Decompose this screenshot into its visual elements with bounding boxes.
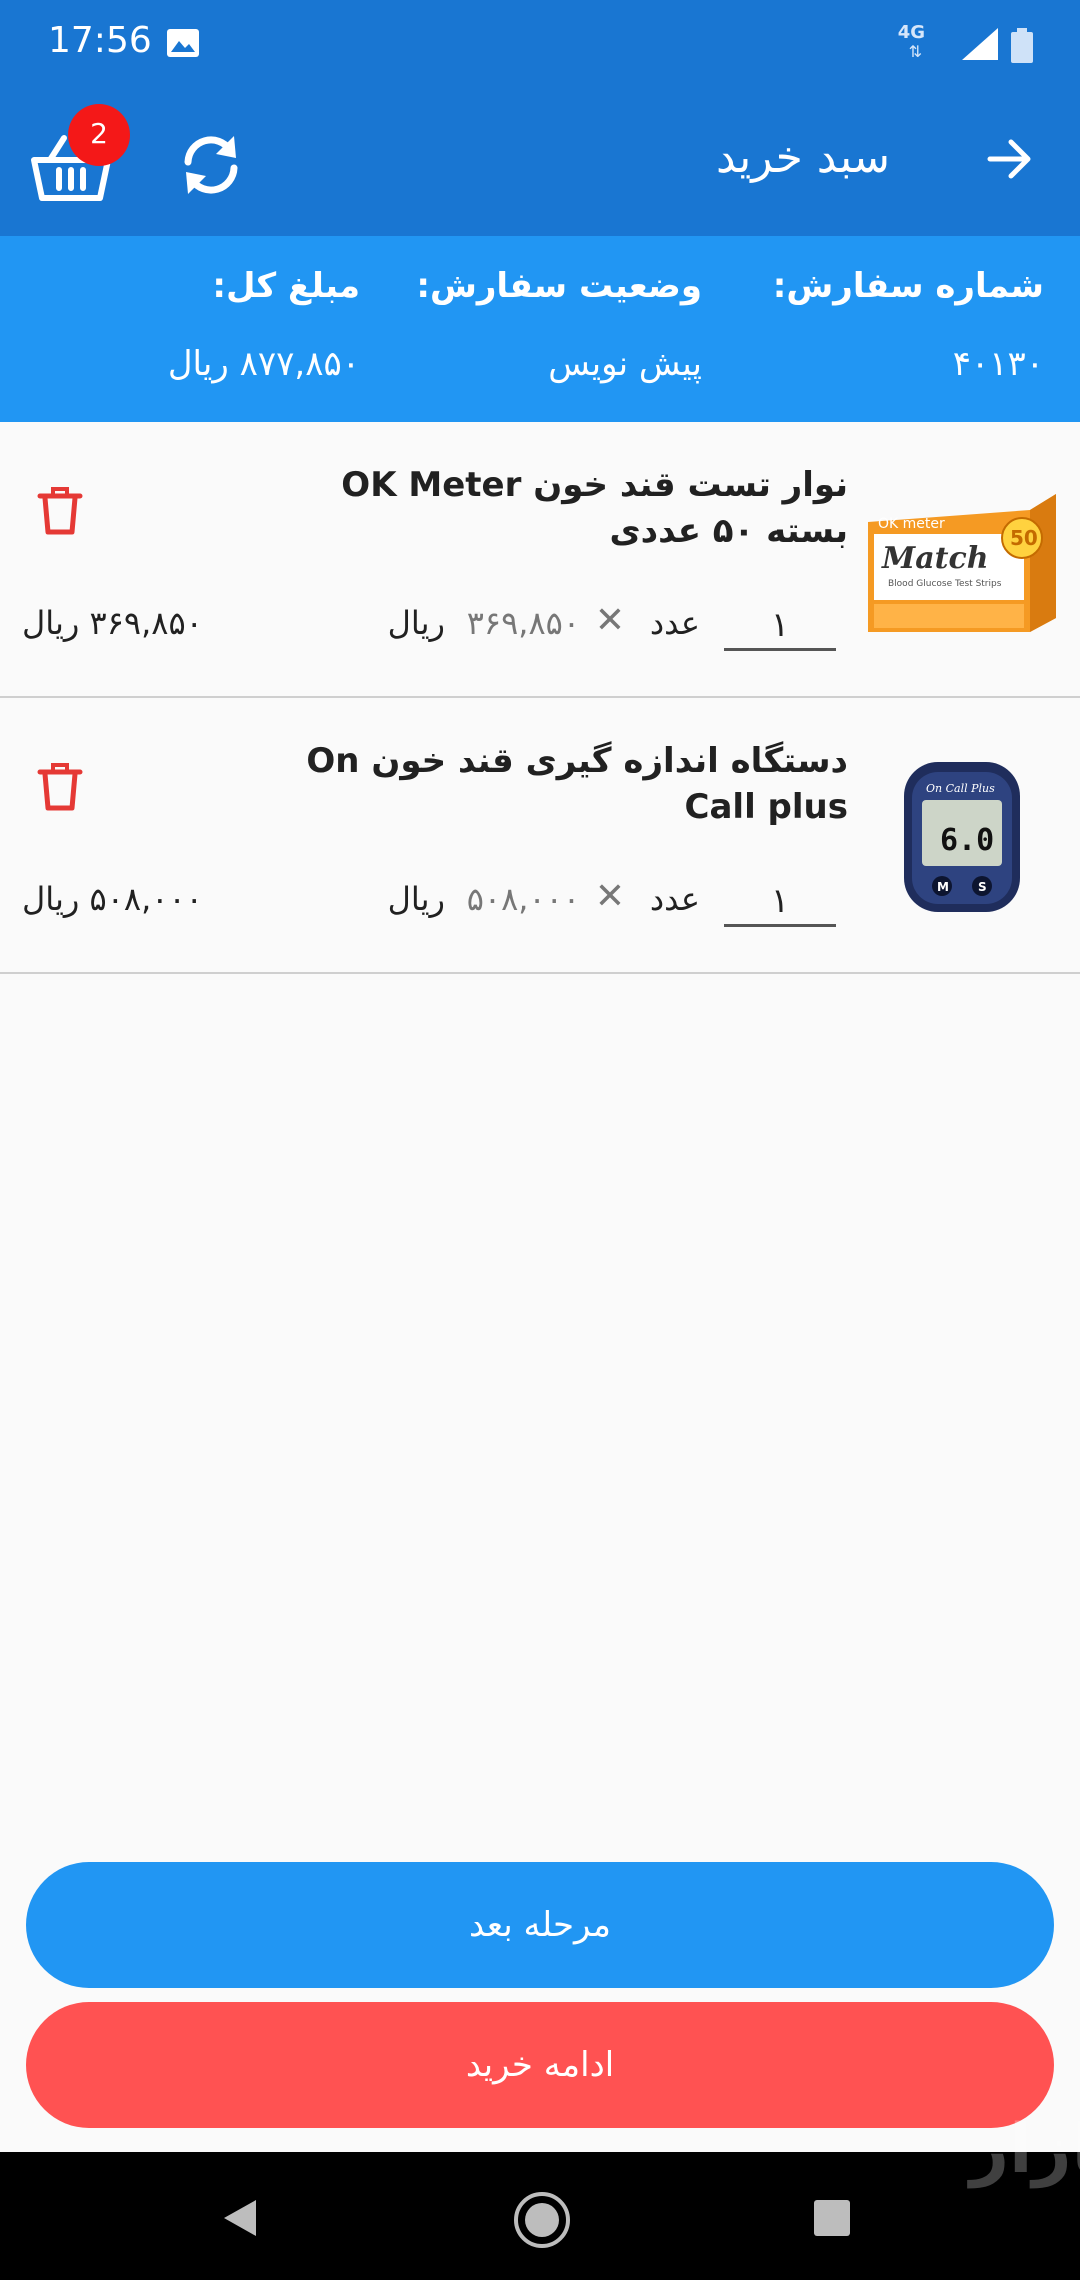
product-image: On Call Plus 6.0 M S bbox=[904, 762, 1020, 912]
unit-price: ۳۶۹,۸۵۰ bbox=[466, 604, 580, 642]
image-icon bbox=[167, 29, 199, 57]
status-time: 17:56 bbox=[48, 20, 152, 61]
nav-back-icon[interactable] bbox=[220, 2196, 260, 2240]
page-title: سبد خرید bbox=[715, 132, 890, 183]
unit-label: عدد bbox=[649, 604, 700, 642]
trash-icon[interactable] bbox=[36, 484, 84, 536]
thumb-sub-text: Blood Glucose Test Strips bbox=[888, 579, 1002, 589]
thumb-logo-text: OK meter bbox=[878, 516, 945, 532]
cart-count-badge: 2 bbox=[68, 104, 130, 166]
network-arrows-icon: ⇅ bbox=[908, 42, 922, 61]
multiply-icon: ✕ bbox=[594, 600, 625, 641]
cart-item: On Call Plus 6.0 M S دستگاه اندازه گیری … bbox=[0, 698, 1080, 974]
product-title: دستگاه اندازه گیری قند خون On Call plus bbox=[306, 741, 848, 827]
battery-icon bbox=[1011, 28, 1033, 63]
order-status-label: وضعیت سفارش: bbox=[416, 266, 702, 306]
order-status: وضعیت سفارش: پیش نویس bbox=[416, 266, 702, 384]
next-step-button[interactable]: مرحله بعد bbox=[26, 1862, 1054, 1988]
nav-home-icon[interactable] bbox=[514, 2192, 570, 2248]
product-image: OK meter Match Blood Glucose Test Strips… bbox=[868, 494, 1056, 632]
order-number-label: شماره سفارش: bbox=[772, 266, 1044, 306]
app-bar: سبد خرید 2 bbox=[0, 90, 1080, 236]
signal-icon bbox=[962, 28, 998, 60]
refresh-icon[interactable] bbox=[176, 130, 246, 200]
line-total: ۳۶۹,۸۵۰ ریال bbox=[22, 604, 203, 642]
watermark-logo: بازار bbox=[970, 2110, 1080, 2189]
line-total: ۵۰۸,۰۰۰ ریال bbox=[22, 880, 203, 918]
system-nav-bar bbox=[0, 2152, 1080, 2280]
thumb-brand-text: Match bbox=[881, 541, 989, 576]
cart-item: OK meter Match Blood Glucose Test Strips… bbox=[0, 422, 1080, 698]
quantity-field[interactable]: ۱ bbox=[724, 878, 836, 927]
back-arrow-icon[interactable] bbox=[984, 134, 1034, 184]
multiply-icon: ✕ bbox=[594, 876, 625, 917]
status-bar: 17:56 4G ⇅ bbox=[0, 0, 1080, 90]
trash-icon[interactable] bbox=[36, 760, 84, 812]
thumb-button-m: M bbox=[937, 880, 949, 894]
unit-label: عدد bbox=[649, 880, 700, 918]
nav-recents-icon[interactable] bbox=[814, 2200, 850, 2236]
thumb-button-s: S bbox=[978, 880, 987, 894]
order-total-value: ۸۷۷,۸۵۰ ریال bbox=[167, 344, 360, 384]
unit-price: ۵۰۸,۰۰۰ bbox=[466, 880, 580, 918]
order-total: مبلغ کل: ۸۷۷,۸۵۰ ریال bbox=[168, 266, 360, 384]
order-total-label: مبلغ کل: bbox=[212, 266, 360, 306]
product-title: نوار تست قند خون OK Meter بسته ۵۰ عددی bbox=[341, 465, 848, 551]
thumb-reading-text: 6.0 bbox=[940, 823, 994, 858]
thumb-count-text: 50 bbox=[1010, 526, 1038, 550]
unit-price-currency: ریال bbox=[387, 880, 445, 918]
quantity-field[interactable]: ۱ bbox=[724, 602, 836, 651]
unit-price-currency: ریال bbox=[387, 604, 445, 642]
network-type: 4G bbox=[897, 22, 925, 43]
order-summary-panel: شماره سفارش: ۴۰۱۳۰ وضعیت سفارش: پیش نویس… bbox=[0, 236, 1080, 422]
order-number: شماره سفارش: ۴۰۱۳۰ bbox=[773, 266, 1044, 384]
thumb-brand-text: On Call Plus bbox=[926, 782, 995, 795]
order-status-value: پیش نویس bbox=[548, 344, 702, 384]
order-number-value: ۴۰۱۳۰ bbox=[952, 344, 1044, 384]
continue-shopping-button[interactable]: ادامه خرید bbox=[26, 2002, 1054, 2128]
